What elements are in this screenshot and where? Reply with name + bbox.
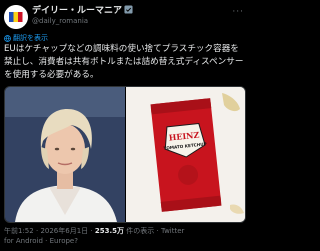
avatar[interactable] — [4, 5, 28, 29]
post-date[interactable]: 2026年6月1日 — [40, 227, 88, 235]
source-prefix[interactable]: Twitter — [161, 227, 184, 235]
views-count: 253.5万 — [94, 227, 125, 235]
media-photo-portrait[interactable] — [5, 87, 125, 222]
separator-dot: · — [90, 227, 93, 235]
post-header: デイリー・ルーマニア @daily_romania ··· — [4, 3, 246, 29]
display-name[interactable]: デイリー・ルーマニア — [32, 3, 122, 16]
globe-icon — [4, 34, 11, 42]
post-region: Europe? — [49, 237, 78, 245]
translate-link[interactable]: 翻訳を表示 — [4, 33, 48, 43]
separator-dot: · — [156, 227, 159, 235]
post-text: EUはケチャップなどの調味料の使い捨てプラスチック容器を 禁止し、消費者は共有ボ… — [4, 43, 248, 82]
handle[interactable]: @daily_romania — [32, 17, 88, 25]
separator-dot: · — [35, 227, 39, 235]
views-label: 件の表示 — [126, 227, 155, 235]
romania-flag-icon — [4, 5, 28, 29]
verified-badge-icon — [124, 5, 133, 14]
source-suffix[interactable]: for Android — [4, 237, 43, 245]
post-source-row: for Android · Europe? — [4, 236, 248, 246]
post-text-line: を使用する必要がある。 — [4, 70, 99, 80]
separator-dot: · — [45, 237, 48, 245]
post-time[interactable]: 午前1:52 — [4, 227, 34, 235]
portrait-illustration — [5, 87, 125, 222]
name-row: デイリー・ルーマニア — [32, 3, 133, 16]
post-meta: 午前1:52 · 2026年6月1日 · 253.5万 件の表示 · Twitt… — [4, 226, 248, 246]
post-meta-row: 午前1:52 · 2026年6月1日 · 253.5万 件の表示 · Twitt… — [4, 226, 248, 236]
translate-label: 翻訳を表示 — [13, 34, 48, 42]
post-text-line: EUはケチャップなどの調味料の使い捨てプラスチック容器を — [4, 44, 239, 54]
media-photo-ketchup[interactable]: HEINZ TOMATO KETCHUP — [126, 87, 245, 222]
post-text-line: 禁止し、消費者は共有ボトルまたは詰め替え式ディスペンサー — [4, 57, 244, 67]
post-media[interactable]: HEINZ TOMATO KETCHUP — [4, 86, 246, 223]
ketchup-packet-illustration: HEINZ TOMATO KETCHUP — [126, 87, 245, 222]
more-options-icon[interactable]: ··· — [232, 7, 244, 17]
